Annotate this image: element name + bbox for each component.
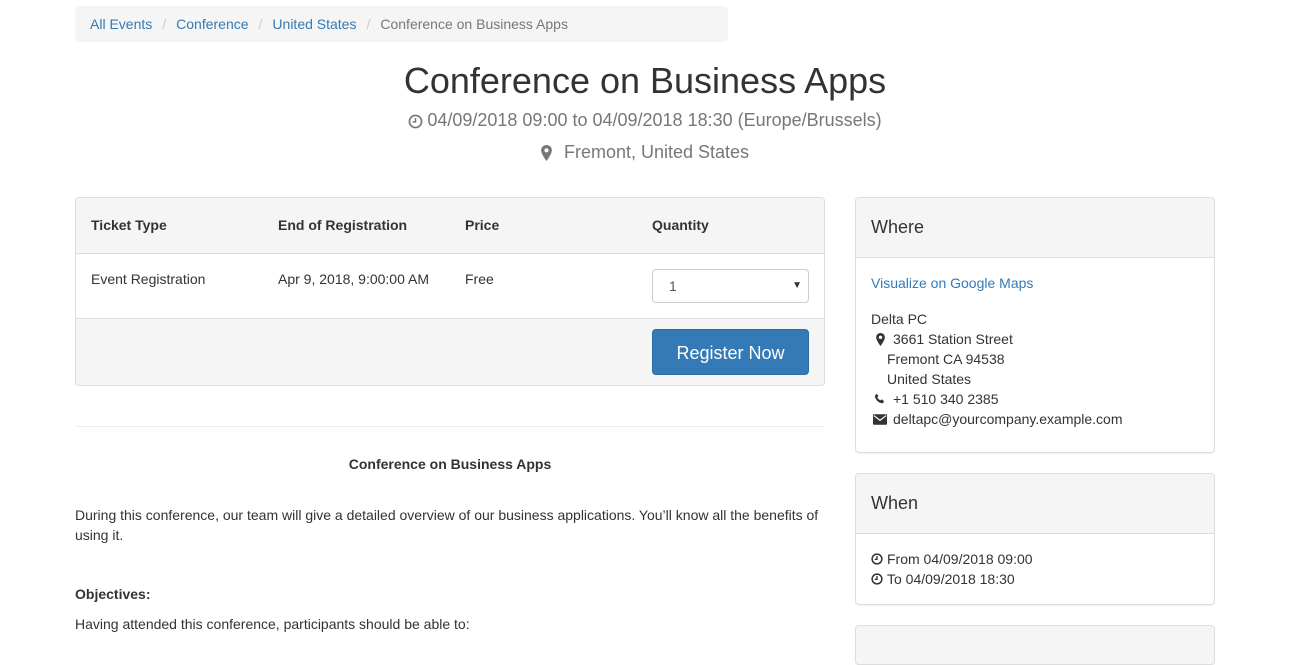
ticket-panel: Ticket Type End of Registration Price Qu… [75,197,825,386]
register-now-button[interactable]: Register Now [652,329,809,375]
venue-email-text: deltapc@yourcompany.example.com [893,411,1123,427]
column-header-end-of-registration: End of Registration [278,217,408,233]
where-panel-title: Where [856,198,1214,258]
ticket-end-of-registration: Apr 9, 2018, 9:00:00 AM [278,271,429,287]
breadcrumb-item-united-states[interactable]: United States [272,16,356,32]
when-from: From 04/09/2018 09:00 [871,549,1199,569]
event-dates-text: 04/09/2018 09:00 to 04/09/2018 18:30 (Eu… [427,110,882,130]
breadcrumb-current: Conference on Business Apps [380,16,568,32]
phone-icon [871,393,891,405]
event-location-text: Fremont, United States [563,142,750,162]
google-maps-link[interactable]: Visualize on Google Maps [871,273,1199,293]
breadcrumb-separator: / [258,16,263,32]
when-panel: When From 04/09/2018 09:00 To 04/09/2018… [855,473,1215,605]
map-marker-icon [541,145,552,162]
when-panel-title: When [856,474,1214,534]
next-panel [855,625,1215,665]
column-header-quantity: Quantity [652,217,709,233]
venue-name: Delta PC [871,311,928,327]
event-location: Fremont, United States [0,140,1290,164]
venue-country: United States [887,371,972,387]
column-header-ticket-type: Ticket Type [91,217,167,233]
breadcrumb: All Events / Conference / United States … [75,6,728,42]
clock-icon [871,553,887,565]
when-to: To 04/09/2018 18:30 [871,569,1199,589]
table-row: Event Registration Apr 9, 2018, 9:00:00 … [76,254,824,319]
page-title: Conference on Business Apps [403,60,887,101]
when-from-text: From 04/09/2018 09:00 [887,551,1033,567]
envelope-icon [871,413,891,425]
clock-icon [408,114,423,129]
ticket-price: Free [465,271,494,287]
breadcrumb-separator: / [162,16,167,32]
ticket-table-footer: Register Now [76,319,824,385]
venue-email: deltapc@yourcompany.example.com [871,409,1199,429]
venue-street: 3661 Station Street [871,329,1199,349]
column-header-price: Price [465,217,500,233]
venue-street-text: 3661 Station Street [893,331,1013,347]
venue-phone-text: +1 510 340 2385 [893,391,999,407]
map-marker-icon [871,332,891,346]
breadcrumb-item-conference[interactable]: Conference [176,16,248,32]
breadcrumb-item-all-events[interactable]: All Events [90,16,152,32]
divider [75,426,825,427]
breadcrumb-separator: / [366,16,371,32]
venue-city: Fremont CA 94538 [887,351,1005,367]
clock-icon [871,573,887,585]
ticket-table-header: Ticket Type End of Registration Price Qu… [76,198,824,254]
objectives-title: Objectives: [75,586,151,602]
ticket-type: Event Registration [91,271,206,287]
event-dates: 04/09/2018 09:00 to 04/09/2018 18:30 (Eu… [0,108,1290,132]
quantity-select[interactable]: 1 ▼ [652,269,809,303]
quantity-select-value: 1 [669,278,677,294]
where-panel: Where Visualize on Google Maps Delta PC … [855,197,1215,453]
when-to-text: To 04/09/2018 18:30 [887,571,1015,587]
venue-phone: +1 510 340 2385 [871,389,1199,409]
objectives-intro: Having attended this conference, partici… [75,616,470,632]
chevron-down-icon: ▼ [792,280,802,291]
description-title: Conference on Business Apps [348,456,552,472]
description-body: During this conference, our team will gi… [75,507,819,543]
